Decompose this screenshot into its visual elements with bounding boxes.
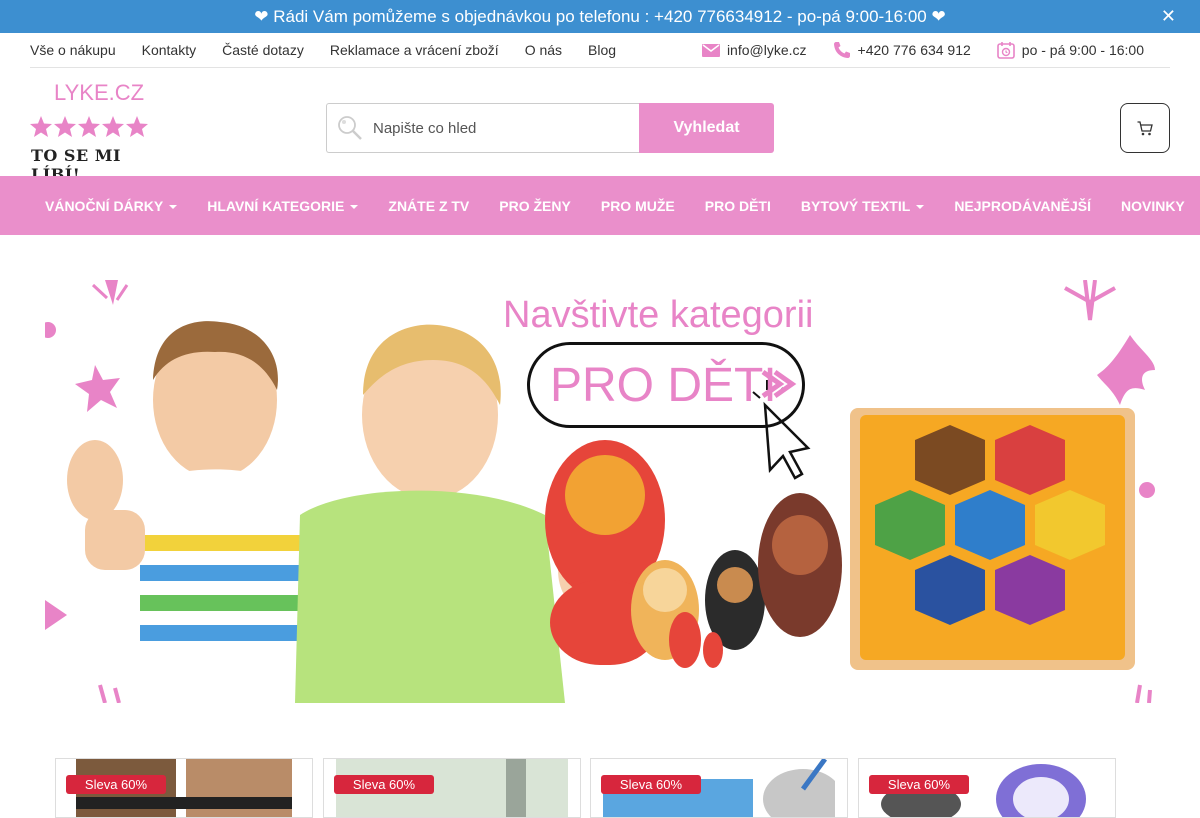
product-card[interactable]: Sleva 60% [590,758,848,818]
star-icon [54,116,76,137]
nav-item-pro-deti[interactable]: PRO DĚTI [705,198,771,214]
link-o-nas[interactable]: O nás [525,42,562,58]
search-field[interactable] [326,103,639,153]
contact-email[interactable]: info@lyke.cz [701,42,807,58]
sale-badge: Sleva 60% [601,775,701,794]
link-vse-o-nakupu[interactable]: Vše o nákupu [30,42,116,58]
caret-down-icon [916,204,925,209]
product-card[interactable]: Sleva 60% [323,758,581,818]
sale-badge: Sleva 60% [334,775,434,794]
contact-phone[interactable]: +420 776 634 912 [833,41,971,59]
star-icon [30,116,52,137]
contact-info: info@lyke.cz +420 776 634 912 po - pá 9:… [676,41,1144,59]
sale-badge: Sleva 60% [66,775,166,794]
star-icon [126,116,148,137]
main-nav: VÁNOČNÍ DÁRKY HLAVNÍ KATEGORIE ZNÁTE Z T… [0,176,1200,235]
logo-name: LYKE.CZ [54,80,145,105]
phone-text: +420 776 634 912 [857,42,971,58]
announcement-bar: ❤ Rádi Vám pomůžeme s objednávkou po tel… [0,0,1200,33]
nav-item-nejprodavanejsi[interactable]: NEJPRODÁVANĚJŠÍ [954,198,1091,214]
contact-hours: po - pá 9:00 - 16:00 [996,41,1144,59]
search-button[interactable]: Vyhledat [639,103,774,153]
banner-headline: Navštivte kategorii [503,294,814,336]
phone-icon [833,42,850,58]
product-card[interactable]: Sleva 60% [858,758,1116,818]
search-icon [338,116,362,140]
hours-text: po - pá 9:00 - 16:00 [1021,42,1144,58]
announcement-text: ❤ Rádi Vám pomůžeme s objednávkou po tel… [254,6,946,26]
nav-item-vanocni-darky[interactable]: VÁNOČNÍ DÁRKY [45,197,178,214]
hero-banner[interactable]: Navštivte kategorii PRO DĚTI [45,280,1155,703]
nav-item-novinky[interactable]: NOVINKY [1121,198,1185,214]
link-caste-dotazy[interactable]: Časté dotazy [222,42,304,58]
top-links: Vše o nákupu Kontakty Časté dotazy Rekla… [30,42,642,58]
nav-item-pro-muze[interactable]: PRO MUŽE [601,198,675,214]
star-icon [78,116,100,137]
caret-down-icon [350,204,359,209]
close-icon[interactable]: ✕ [1161,7,1176,25]
star-icon [102,116,124,137]
link-kontakty[interactable]: Kontakty [142,42,196,58]
nav-item-label: ZNÁTE Z TV [388,197,470,214]
banner-cta-text[interactable]: PRO DĚTI [550,358,777,413]
product-card[interactable]: Sleva 60% [55,758,313,818]
envelope-icon [701,43,720,57]
site-logo[interactable]: LYKE.CZ TO SE MI LÍBÍ! [30,80,160,184]
link-reklamace[interactable]: Reklamace a vrácení zboží [330,42,499,58]
sale-badge: Sleva 60% [869,775,969,794]
nav-item-hlavni-kategorie[interactable]: HLAVNÍ KATEGORIE [207,197,359,214]
email-text: info@lyke.cz [726,42,807,58]
site-header: LYKE.CZ TO SE MI LÍBÍ! Vyhledat [0,68,1200,184]
nav-item-label: PRO MUŽE [600,197,675,214]
caret-down-icon [169,204,178,209]
product-list: Sleva 60% Sleva 60% Sleva 60% Sleva 60% [55,758,1116,818]
nav-item-label: VÁNOČNÍ DÁRKY [45,197,164,214]
clock-calendar-icon [996,42,1015,59]
cart-button[interactable] [1120,103,1170,153]
search-input[interactable] [373,119,623,137]
nav-item-label: PRO ŽENY [499,197,571,214]
nav-item-label: PRO DĚTI [704,197,771,214]
nav-item-pro-zeny[interactable]: PRO ŽENY [499,198,571,214]
nav-item-label: NOVINKY [1120,197,1185,214]
logo-stars [30,116,148,137]
nav-item-label: HLAVNÍ KATEGORIE [207,197,345,214]
nav-item-znate-z-tv[interactable]: ZNÁTE Z TV [388,198,469,214]
cart-icon [1137,120,1153,135]
nav-item-bytovy-textil[interactable]: BYTOVÝ TEXTIL [800,197,925,214]
search-bar: Vyhledat [326,103,774,153]
nav-item-label: BYTOVÝ TEXTIL [800,197,911,214]
link-blog[interactable]: Blog [588,42,616,58]
top-bar: Vše o nákupu Kontakty Časté dotazy Rekla… [30,33,1170,68]
nav-item-label: NEJPRODÁVANĚJŠÍ [954,197,1091,214]
